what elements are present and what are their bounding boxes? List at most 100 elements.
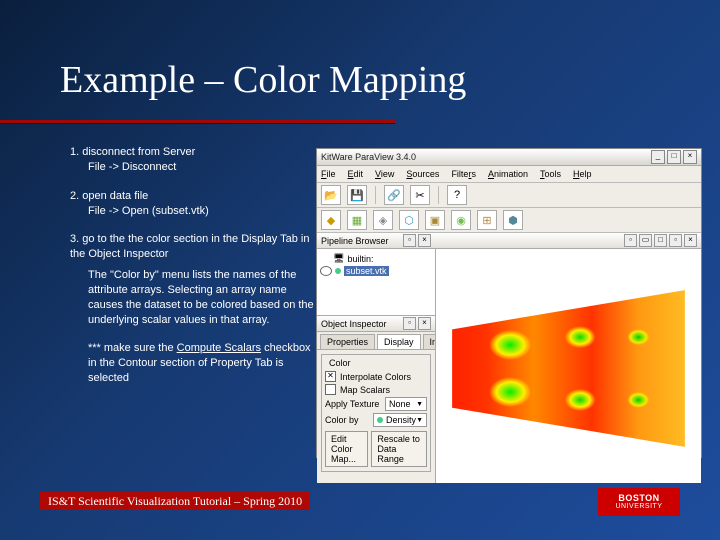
filter-icon[interactable]: ▦ — [347, 210, 367, 230]
filter-icon[interactable]: ⬡ — [399, 210, 419, 230]
logo-line2: UNIVERSITY — [615, 503, 662, 510]
inspector-header: Object Inspector ▫ × — [317, 316, 435, 332]
pipeline-tree[interactable]: 🖥builtin: subset.vtk — [317, 249, 435, 316]
chevron-down-icon: ▼ — [416, 417, 423, 424]
view-button[interactable]: ▫ — [624, 234, 637, 247]
color-group-title: Color — [327, 358, 353, 368]
step-2: 2. open data file File -> Open (subset.v… — [70, 189, 320, 219]
tab-display[interactable]: Display — [377, 334, 421, 349]
flow-field — [452, 290, 685, 447]
pipeline-header: Pipeline Browser ▫ × — [317, 233, 435, 249]
filter-icon[interactable]: ◈ — [373, 210, 393, 230]
edit-color-map-button[interactable]: Edit Color Map... — [325, 431, 368, 467]
step-1: 1. disconnect from Server File -> Discon… — [70, 145, 320, 175]
view-close-button[interactable]: × — [684, 234, 697, 247]
note-prefix: *** make sure the — [88, 342, 177, 354]
maximize-button[interactable]: □ — [667, 150, 681, 164]
pipeline-title: Pipeline Browser — [321, 236, 389, 246]
screenshot: KitWare ParaView 3.4.0 _ □ × File Edit V… — [316, 148, 702, 458]
step-1-title: 1. disconnect from Server — [70, 145, 320, 160]
disconnect-icon[interactable]: ✂ — [410, 185, 430, 205]
save-icon[interactable]: 💾 — [347, 185, 367, 205]
step-2-detail: File -> Open (subset.vtk) — [88, 204, 320, 219]
chevron-down-icon: ▼ — [416, 401, 423, 408]
menu-edit[interactable]: Edit — [348, 169, 364, 179]
apply-texture-label: Apply Texture — [325, 399, 381, 409]
filter-icon[interactable]: ◉ — [451, 210, 471, 230]
tree-item-label: subset.vtk — [344, 266, 389, 276]
rescale-button[interactable]: Rescale to Data Range — [371, 431, 427, 467]
interpolate-row: ✕ Interpolate Colors — [325, 370, 427, 383]
body-text: 1. disconnect from Server File -> Discon… — [70, 145, 320, 400]
map-scalars-checkbox[interactable] — [325, 384, 336, 395]
step-3-title: 3. go to the the color section in the Di… — [70, 232, 320, 262]
menu-view[interactable]: View — [375, 169, 394, 179]
interpolate-checkbox[interactable]: ✕ — [325, 371, 336, 382]
panel-undock-button[interactable]: ▫ — [403, 234, 416, 247]
main-columns: Pipeline Browser ▫ × 🖥builtin: subset.vt… — [317, 233, 701, 483]
titlebar: KitWare ParaView 3.4.0 _ □ × — [317, 149, 701, 166]
connect-icon[interactable]: 🔗 — [384, 185, 404, 205]
tree-item-subset[interactable]: subset.vtk — [320, 265, 432, 277]
toolbar-separator — [375, 186, 376, 204]
visualization — [446, 264, 691, 473]
map-scalars-label: Map Scalars — [340, 385, 390, 395]
menu-file[interactable]: File — [321, 169, 336, 179]
panel-close-button[interactable]: × — [418, 317, 431, 330]
step-1-detail: File -> Disconnect — [88, 160, 320, 175]
step-2-title: 2. open data file — [70, 189, 320, 204]
color-by-label: Color by — [325, 415, 369, 425]
filter-icon[interactable]: ⬢ — [503, 210, 523, 230]
menu-help[interactable]: Help — [573, 169, 592, 179]
close-button[interactable]: × — [683, 150, 697, 164]
color-group: Color ✕ Interpolate Colors Map Scalars A… — [321, 354, 431, 472]
tab-properties[interactable]: Properties — [320, 334, 375, 349]
panel-close-button[interactable]: × — [418, 234, 431, 247]
tree-root[interactable]: 🖥builtin: — [320, 252, 432, 265]
logo-line1: BOSTON — [618, 494, 659, 503]
step-3-note: *** make sure the Compute Scalars checkb… — [88, 341, 320, 386]
color-by-select[interactable]: Density▼ — [373, 413, 427, 427]
left-column: Pipeline Browser ▫ × 🖥builtin: subset.vt… — [317, 233, 435, 483]
filter-icon[interactable]: ▣ — [425, 210, 445, 230]
tree-root-label: builtin: — [347, 254, 373, 264]
slide-title: Example – Color Mapping — [60, 58, 466, 102]
toolbar-separator — [438, 186, 439, 204]
apply-texture-select[interactable]: None▼ — [385, 397, 427, 411]
dot-icon — [335, 268, 341, 274]
interpolate-label: Interpolate Colors — [340, 372, 411, 382]
render-view[interactable] — [435, 249, 701, 483]
filter-icon[interactable]: ⊞ — [477, 210, 497, 230]
menubar: File Edit View Sources Filters Animation… — [317, 166, 701, 183]
apply-texture-row: Apply Texture None▼ — [325, 396, 427, 412]
inspector-tabs: Properties Display Information — [317, 332, 435, 350]
map-scalars-row: Map Scalars — [325, 383, 427, 396]
footer-bar: IS&T Scientific Visualization Tutorial –… — [40, 492, 310, 510]
slide: Example – Color Mapping 1. disconnect fr… — [0, 0, 720, 540]
title-underline-shadow — [0, 123, 395, 124]
menu-filters[interactable]: Filters — [451, 169, 476, 179]
step-3-detail: The "Color by" menu lists the names of t… — [88, 268, 320, 327]
toolbar-filters: ◆ ▦ ◈ ⬡ ▣ ◉ ⊞ ⬢ — [317, 208, 701, 233]
color-by-row: Color by Density▼ — [325, 412, 427, 428]
minimize-button[interactable]: _ — [651, 150, 665, 164]
right-column: ▫ ▭ □ ▫ × — [435, 233, 701, 483]
view-button[interactable]: ▭ — [639, 234, 652, 247]
menu-sources[interactable]: Sources — [406, 169, 439, 179]
panel-undock-button[interactable]: ▫ — [403, 317, 416, 330]
inspector-title: Object Inspector — [321, 319, 387, 329]
menu-animation[interactable]: Animation — [488, 169, 528, 179]
dot-icon — [377, 417, 383, 423]
view-button[interactable]: ▫ — [669, 234, 682, 247]
open-icon[interactable]: 📂 — [321, 185, 341, 205]
view-button[interactable]: □ — [654, 234, 667, 247]
help-icon[interactable]: ? — [447, 185, 467, 205]
note-underline: Compute Scalars — [177, 342, 261, 354]
footer-text: IS&T Scientific Visualization Tutorial –… — [48, 494, 302, 509]
display-properties: Color ✕ Interpolate Colors Map Scalars A… — [317, 350, 435, 483]
step-3: 3. go to the the color section in the Di… — [70, 232, 320, 386]
filter-icon[interactable]: ◆ — [321, 210, 341, 230]
menu-tools[interactable]: Tools — [540, 169, 561, 179]
toolbar-main: 📂 💾 🔗 ✂ ? — [317, 183, 701, 208]
eye-icon[interactable] — [320, 266, 332, 276]
